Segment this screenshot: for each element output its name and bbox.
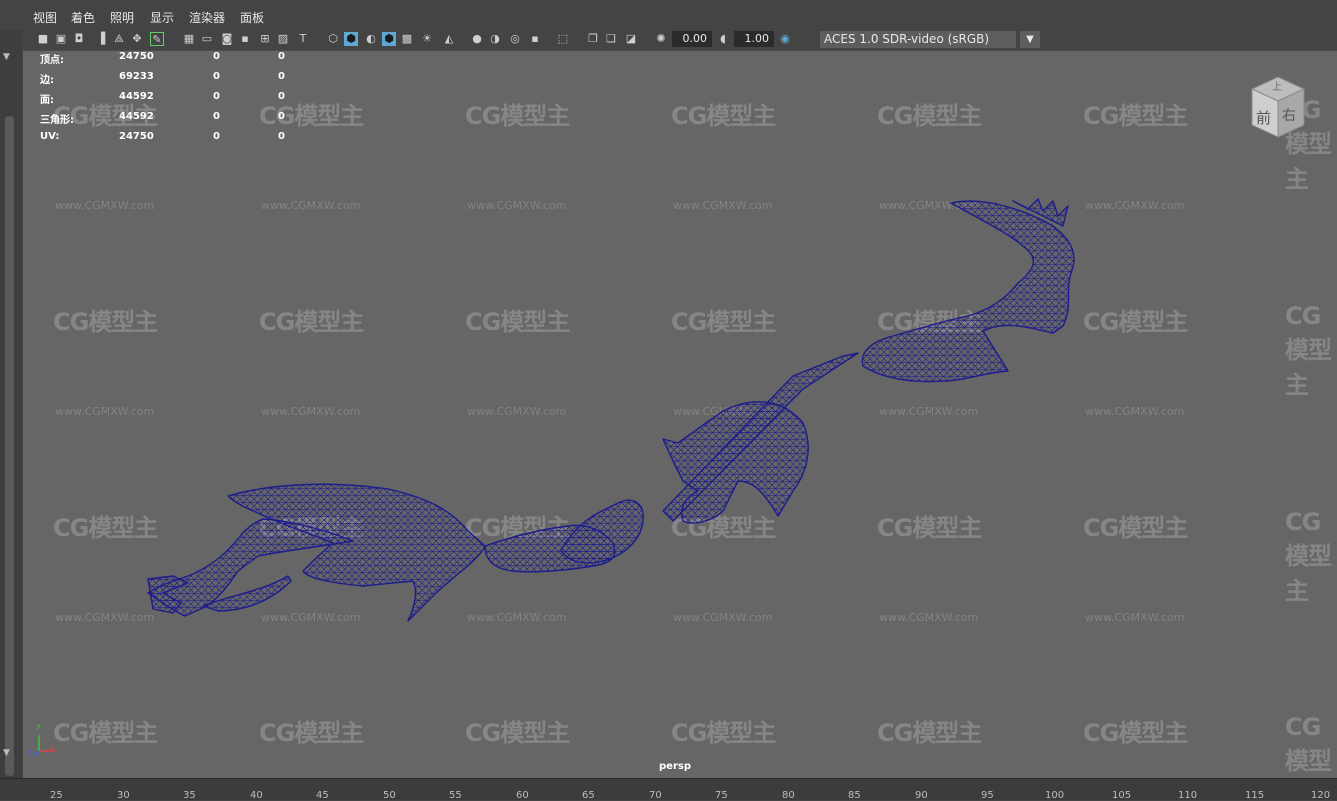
view-cube[interactable]: 上 前 右: [1250, 75, 1306, 141]
timeline-tick: 45: [316, 790, 329, 801]
xray-joints-icon[interactable]: ❏: [604, 32, 618, 46]
field-chart-icon[interactable]: ⊞: [258, 32, 272, 46]
2d-pan-zoom-icon[interactable]: ⟁: [112, 32, 126, 46]
viewcube-top[interactable]: 上: [1272, 78, 1282, 93]
timeline-tick: 70: [649, 790, 662, 801]
timeline-tick: 60: [516, 790, 529, 801]
menu-view[interactable]: 视图: [33, 9, 57, 26]
menu-lighting[interactable]: 照明: [110, 9, 134, 26]
safe-title-icon[interactable]: T: [296, 32, 310, 46]
default-material-icon[interactable]: ◐: [364, 32, 378, 46]
timeline-tick: 50: [383, 790, 396, 801]
anti-aliasing-icon[interactable]: ◎: [508, 32, 522, 46]
timeline-tick: 30: [117, 790, 130, 801]
gamma-icon[interactable]: ◖: [716, 32, 730, 46]
timeline-tick: 120: [1311, 790, 1331, 801]
timeline-tick: 40: [250, 790, 263, 801]
exposure-icon[interactable]: ✺: [654, 32, 668, 46]
scroll-down-icon[interactable]: ▼: [3, 748, 10, 758]
viewport-persp[interactable]: CG模型主 CG模型主 CG模型主 CG模型主 CG模型主 CG模型主 CG模型…: [23, 50, 1337, 778]
depth-of-field-icon[interactable]: ▪: [528, 32, 542, 46]
timeline-tick: 100: [1045, 790, 1065, 801]
timeline-tick: 80: [782, 790, 795, 801]
timeline-tick: 75: [715, 790, 728, 801]
timeline-tick: 25: [50, 790, 63, 801]
textured-icon[interactable]: ▩: [400, 32, 414, 46]
camera-attributes-icon[interactable]: ▣: [54, 32, 68, 46]
timeline-tick: 85: [848, 790, 861, 801]
film-gate-icon[interactable]: ▭: [200, 32, 214, 46]
timeline-tick: 110: [1178, 790, 1198, 801]
backface-culling-icon[interactable]: ◪: [624, 32, 638, 46]
camera-select-icon[interactable]: ■: [36, 32, 50, 46]
view-transform-select[interactable]: ACES 1.0 SDR-video (sRGB): [820, 31, 1016, 48]
shadows-icon[interactable]: ◭: [442, 32, 456, 46]
bookmark-icon[interactable]: ◘: [72, 32, 86, 46]
timeline-tick: 115: [1245, 790, 1265, 801]
resolution-gate-icon[interactable]: ◙: [220, 32, 234, 46]
collapse-arrow-icon[interactable]: ▼: [3, 52, 10, 62]
menu-renderer[interactable]: 渲染器: [189, 9, 225, 26]
isolate-select-icon[interactable]: ⬚: [556, 32, 570, 46]
scrollbar[interactable]: [5, 116, 14, 776]
menu-shading[interactable]: 着色: [71, 9, 95, 26]
pen-tool-icon[interactable]: ✎: [150, 32, 164, 46]
timeline-tick: 55: [449, 790, 462, 801]
chevron-down-icon[interactable]: ▼: [1020, 31, 1040, 48]
timeline-tick: 65: [582, 790, 595, 801]
timeline-tick: 90: [915, 790, 928, 801]
color-management-icon[interactable]: ◉: [778, 32, 792, 46]
menu-panels[interactable]: 面板: [240, 9, 264, 26]
wireframe-on-shaded-icon[interactable]: ⬢: [382, 32, 396, 46]
grease-pencil-icon[interactable]: ✥: [130, 32, 144, 46]
timeline-tick: 95: [981, 790, 994, 801]
smooth-shade-icon[interactable]: ⬢: [344, 32, 358, 46]
axis-y-label: y: [36, 721, 41, 730]
viewcube-right[interactable]: 右: [1282, 105, 1296, 125]
panel-toolbar: ■ ▣ ◘ ▐ ⟁ ✥ ✎ ▦ ▭ ◙ ▪ ⊞ ▨ T ⬡ ⬢ ◐ ⬢ ▩ ☀ …: [24, 30, 1337, 50]
time-slider[interactable]: 25 30 35 40 45 50 55 60 65 70 75 80 85 9…: [0, 778, 1337, 801]
axis-x-label: x: [50, 744, 55, 753]
camera-name-label: persp: [659, 761, 691, 772]
gamma-field[interactable]: 1.00: [734, 31, 774, 47]
axis-gizmo: [33, 735, 55, 756]
timeline-tick: 105: [1112, 790, 1132, 801]
ambient-occlusion-icon[interactable]: ●: [470, 32, 484, 46]
exposure-field[interactable]: 0.00: [672, 31, 712, 47]
timeline-tick: 35: [183, 790, 196, 801]
menu-show[interactable]: 显示: [150, 9, 174, 26]
lights-icon[interactable]: ☀: [420, 32, 434, 46]
xray-icon[interactable]: ❐: [586, 32, 600, 46]
wireframe-icon[interactable]: ⬡: [326, 32, 340, 46]
panel-menu-bar: 视图 着色 照明 显示 渲染器 面板: [0, 0, 1337, 30]
image-plane-icon[interactable]: ▐: [94, 32, 108, 46]
viewcube-front[interactable]: 前: [1256, 107, 1271, 128]
grid-icon[interactable]: ▦: [182, 32, 196, 46]
safe-action-icon[interactable]: ▨: [276, 32, 290, 46]
left-rail: ▼ ▼: [0, 30, 22, 778]
gate-mask-icon[interactable]: ▪: [238, 32, 252, 46]
wireframe-model[interactable]: [23, 51, 1337, 778]
axis-z-label: z: [27, 748, 32, 757]
motion-blur-icon[interactable]: ◑: [488, 32, 502, 46]
